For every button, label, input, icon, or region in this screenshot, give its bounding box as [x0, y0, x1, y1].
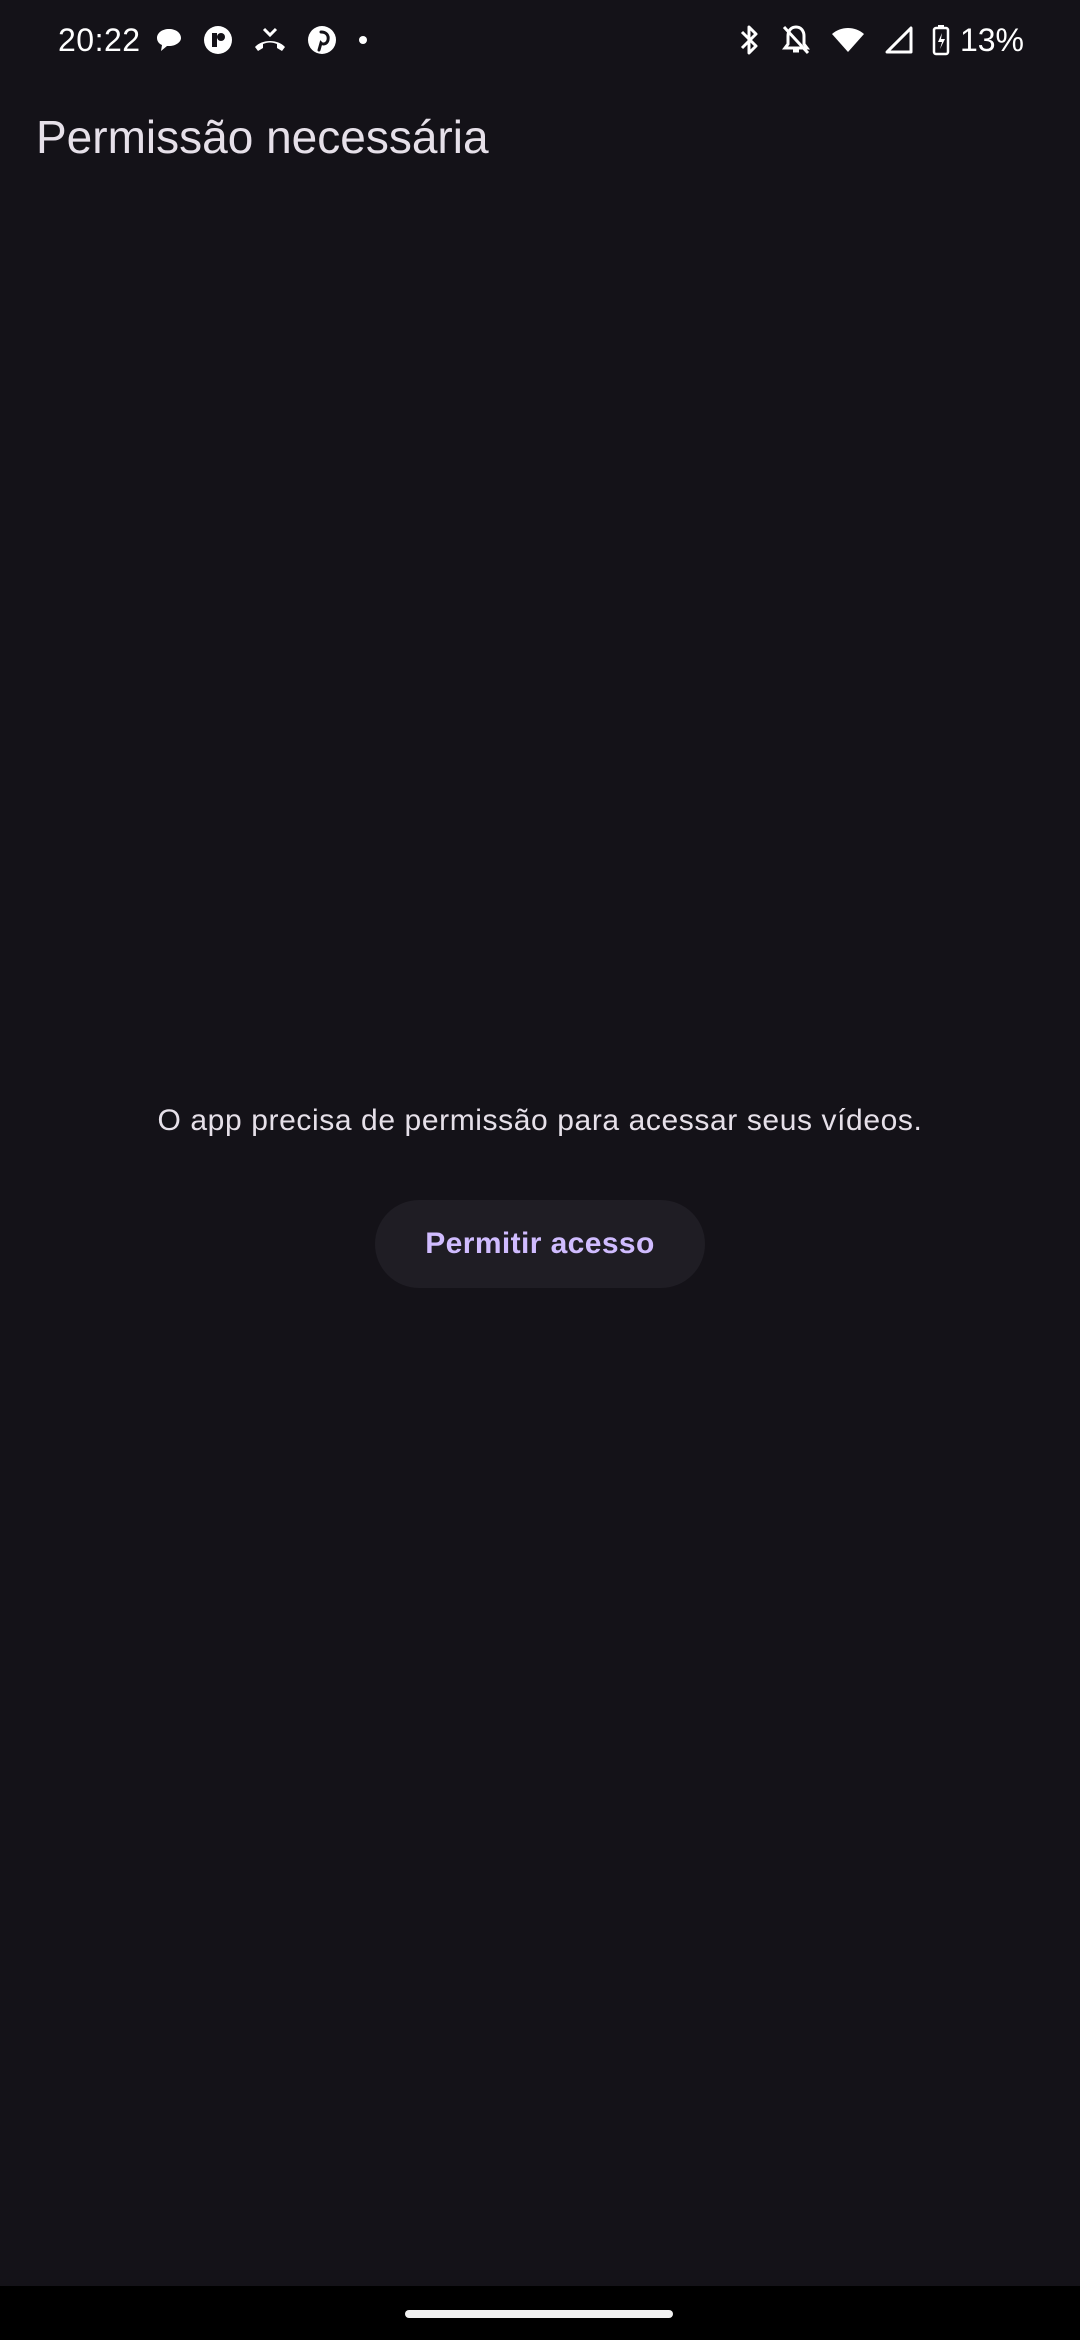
page-title: Permissão necessária — [36, 111, 489, 163]
cell-signal-icon — [884, 25, 914, 55]
permission-screen: 20:22 13% Permissão necessária O app pre… — [0, 0, 1080, 2340]
battery-percentage: 13% — [959, 21, 1024, 58]
wifi-icon — [830, 25, 866, 55]
bluetooth-icon — [738, 23, 762, 57]
pinterest-icon — [306, 24, 338, 56]
navigation-bar — [0, 2286, 1080, 2340]
app-badge-icon — [202, 24, 234, 56]
dot-icon — [356, 33, 370, 47]
system-status-icons: 13% — [738, 20, 1024, 60]
chat-bubble-icon — [154, 25, 184, 55]
battery-charging-icon — [932, 24, 950, 56]
missed-call-icon — [252, 25, 288, 55]
status-bar: 20:22 13% — [0, 0, 1080, 84]
notifications-off-icon — [780, 23, 812, 57]
status-time: 20:22 — [58, 22, 141, 58]
permission-message: O app precisa de permissão para acessar … — [157, 1104, 923, 1137]
notification-icons — [154, 22, 370, 58]
gesture-handle[interactable] — [405, 2310, 673, 2318]
allow-access-button[interactable]: Permitir acesso — [375, 1200, 705, 1288]
